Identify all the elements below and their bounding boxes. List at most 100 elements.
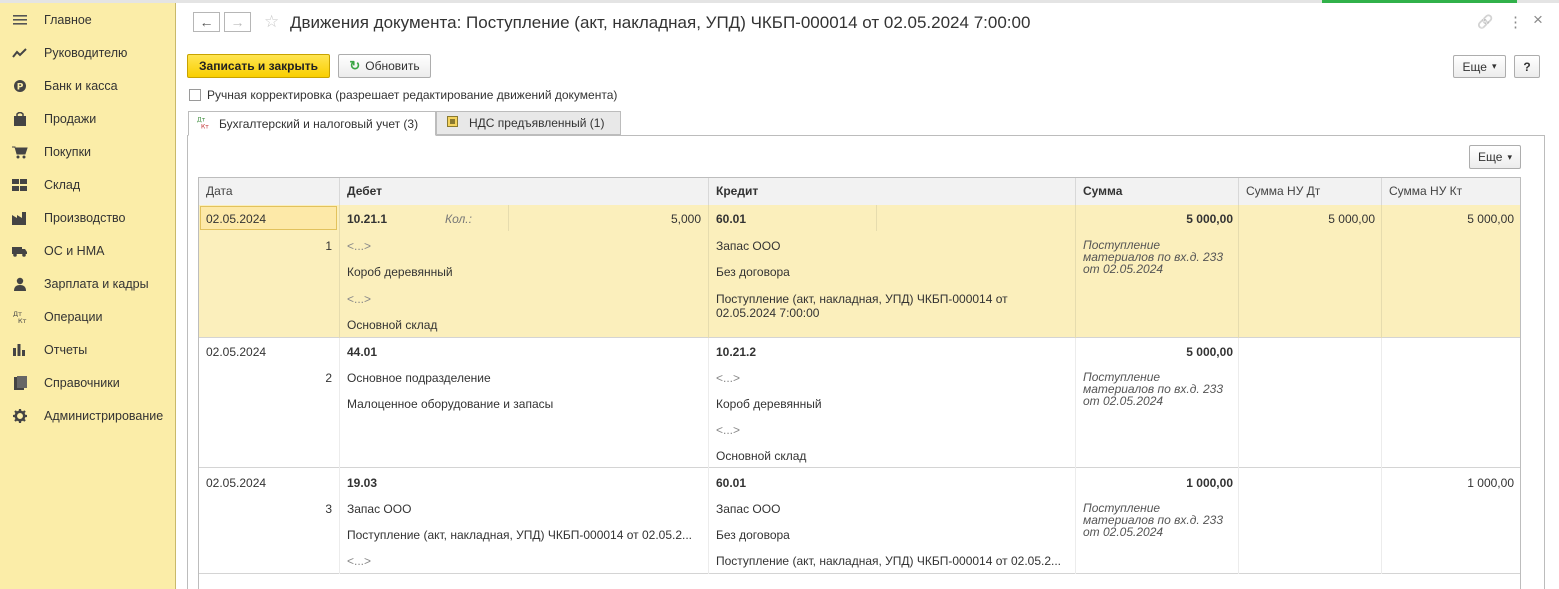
cell-debit-account[interactable]: 19.03 [347, 476, 377, 490]
sidebar-item-administration[interactable]: Администрирование [0, 403, 175, 429]
grid-more-button[interactable]: Еще ▾ [1469, 145, 1521, 169]
cell-qty[interactable]: 5,000 [619, 212, 701, 226]
sidebar-item-label: Производство [44, 211, 126, 225]
cell-date[interactable]: 02.05.2024 [206, 212, 266, 226]
cell-nu-dt[interactable]: 5 000,00 [1246, 212, 1375, 226]
back-button[interactable]: ← [193, 12, 220, 32]
cell-credit-subconto-3[interactable]: Поступление (акт, накладная, УПД) ЧКБП-0… [716, 554, 1061, 568]
sidebar-item-reports[interactable]: Отчеты [0, 337, 175, 363]
cell-credit-subconto-3[interactable]: Поступление (акт, накладная, УПД) ЧКБП-0… [716, 292, 1036, 320]
sidebar-item-main[interactable]: Главное [0, 7, 175, 33]
menu-icon [12, 13, 28, 27]
cell-amount[interactable]: 5 000,00 [1083, 345, 1233, 359]
cell-credit-subconto-2[interactable]: Без договора [716, 265, 790, 279]
cell-credit-subconto-1[interactable]: Запас ООО [716, 239, 780, 253]
cell-amount[interactable]: 1 000,00 [1083, 476, 1233, 490]
sidebar-item-label: Покупки [44, 145, 92, 159]
column-header-nu-kt[interactable]: Сумма НУ Кт [1382, 178, 1520, 205]
cell-credit-subconto-1[interactable]: <...> [716, 371, 740, 385]
cell-debit-subconto-1[interactable]: Запас ООО [347, 502, 411, 516]
cell-debit-subconto-2[interactable]: Малоценное оборудование и запасы [347, 397, 553, 411]
factory-icon [12, 211, 28, 225]
refresh-icon: ↻ [349, 58, 361, 73]
sidebar-item-warehouse[interactable]: Склад [0, 172, 175, 198]
sidebar-item-director[interactable]: Руководителю [0, 40, 175, 66]
sidebar-item-label: ОС и НМА [44, 244, 105, 258]
save-and-close-button[interactable]: Записать и закрыть [187, 54, 330, 78]
forward-button[interactable]: → [224, 12, 251, 32]
cart-icon [12, 145, 28, 159]
favorite-star-icon[interactable]: ☆ [264, 12, 279, 32]
sidebar-item-bank[interactable]: P Банк и касса [0, 73, 175, 99]
cell-debit-subconto-3[interactable]: <...> [347, 554, 371, 568]
sidebar-item-catalogs[interactable]: Справочники [0, 370, 175, 396]
sidebar-item-label: Зарплата и кадры [44, 277, 149, 291]
manual-correction-label[interactable]: Ручная корректировка (разрешает редактир… [207, 88, 617, 102]
gear-icon [12, 409, 28, 423]
more-label: Еще [1462, 59, 1487, 74]
cell-credit-account[interactable]: 60.01 [716, 476, 746, 490]
sidebar-item-production[interactable]: Производство [0, 205, 175, 231]
table-row[interactable]: 02.05.2024 1 10.21.1 Кол.: 5,000 <...> К… [199, 205, 1520, 338]
cell-credit-account[interactable]: 60.01 [716, 212, 746, 226]
column-header-debit[interactable]: Дебет [340, 178, 709, 205]
column-header-nu-dt[interactable]: Сумма НУ Дт [1239, 178, 1382, 205]
sidebar-item-label: Главное [44, 13, 92, 27]
svg-text:Кт: Кт [201, 123, 209, 129]
cell-credit-subconto-3[interactable]: <...> [716, 423, 740, 437]
manual-correction-checkbox[interactable] [189, 89, 201, 101]
sidebar-item-label: Справочники [44, 376, 120, 390]
cell-date[interactable]: 02.05.2024 [206, 476, 266, 490]
cell-debit-subconto-2[interactable]: Поступление (акт, накладная, УПД) ЧКБП-0… [347, 528, 692, 542]
svg-text:Дт: Дт [197, 116, 206, 123]
cell-debit-subconto-1[interactable]: Основное подразделение [347, 371, 491, 385]
trend-chart-icon [12, 46, 28, 60]
sidebar-item-fixed-assets[interactable]: ОС и НМА [0, 238, 175, 264]
entries-table: Дата Дебет Кредит Сумма Сумма НУ Дт Сумм… [198, 177, 1521, 589]
cell-debit-subconto-2[interactable]: Короб деревянный [347, 265, 453, 279]
sidebar-item-label: Руководителю [44, 46, 128, 60]
arrow-right-icon: → [230, 14, 245, 30]
column-header-date[interactable]: Дата [199, 178, 340, 205]
top-strip [0, 0, 1559, 3]
help-button[interactable]: ? [1514, 55, 1540, 78]
table-row[interactable]: 02.05.2024 2 44.01 Основное подразделени… [199, 338, 1520, 468]
tab-label: Бухгалтерский и налоговый учет (3) [219, 116, 419, 131]
link-icon[interactable]: 🔗 [1477, 14, 1493, 30]
cell-content[interactable]: Поступление материалов по вх.д. 233 от 0… [1083, 371, 1233, 407]
cell-credit-subconto-2[interactable]: Короб деревянный [716, 397, 822, 411]
more-actions-icon[interactable]: ⋮ [1508, 13, 1523, 31]
table-row[interactable]: 02.05.2024 3 19.03 Запас ООО Поступление… [199, 468, 1520, 574]
cell-debit-account[interactable]: 10.21.1 [347, 212, 387, 226]
cell-nu-kt[interactable]: 5 000,00 [1389, 212, 1514, 226]
person-icon [12, 277, 28, 291]
sidebar-item-sales[interactable]: Продажи [0, 106, 175, 132]
cell-credit-subconto-2[interactable]: Без договора [716, 528, 790, 542]
cell-debit-subconto-4[interactable]: Основной склад [347, 318, 437, 332]
truck-icon [12, 244, 28, 258]
sidebar-item-purchases[interactable]: Покупки [0, 139, 175, 165]
cell-debit-account[interactable]: 44.01 [347, 345, 377, 359]
cell-credit-subconto-4[interactable]: Основной склад [716, 449, 806, 463]
more-button[interactable]: Еще ▾ [1453, 55, 1506, 78]
svg-text:P: P [17, 83, 24, 93]
cell-credit-subconto-1[interactable]: Запас ООО [716, 502, 780, 516]
cell-content[interactable]: Поступление материалов по вх.д. 233 от 0… [1083, 239, 1233, 275]
cell-credit-account[interactable]: 10.21.2 [716, 345, 756, 359]
register-icon [447, 116, 459, 130]
column-header-amount[interactable]: Сумма [1076, 178, 1239, 205]
sidebar-item-operations[interactable]: Дт Кт Операции [0, 304, 175, 330]
cell-debit-subconto-3[interactable]: <...> [347, 292, 371, 306]
cell-content[interactable]: Поступление материалов по вх.д. 233 от 0… [1083, 502, 1233, 538]
column-header-credit[interactable]: Кредит [709, 178, 1076, 205]
close-icon[interactable]: × [1533, 10, 1543, 30]
cell-nu-kt[interactable]: 1 000,00 [1389, 476, 1514, 490]
refresh-button[interactable]: ↻ Обновить [338, 54, 431, 78]
cell-amount[interactable]: 5 000,00 [1083, 212, 1233, 226]
cell-date[interactable]: 02.05.2024 [206, 345, 266, 359]
tab-accounting[interactable]: Дт Кт Бухгалтерский и налоговый учет (3) [188, 111, 436, 136]
tab-vat[interactable]: НДС предъявленный (1) [436, 111, 621, 135]
grid-more-label: Еще [1478, 150, 1503, 164]
cell-debit-subconto-1[interactable]: <...> [347, 239, 371, 253]
sidebar-item-salary[interactable]: Зарплата и кадры [0, 271, 175, 297]
